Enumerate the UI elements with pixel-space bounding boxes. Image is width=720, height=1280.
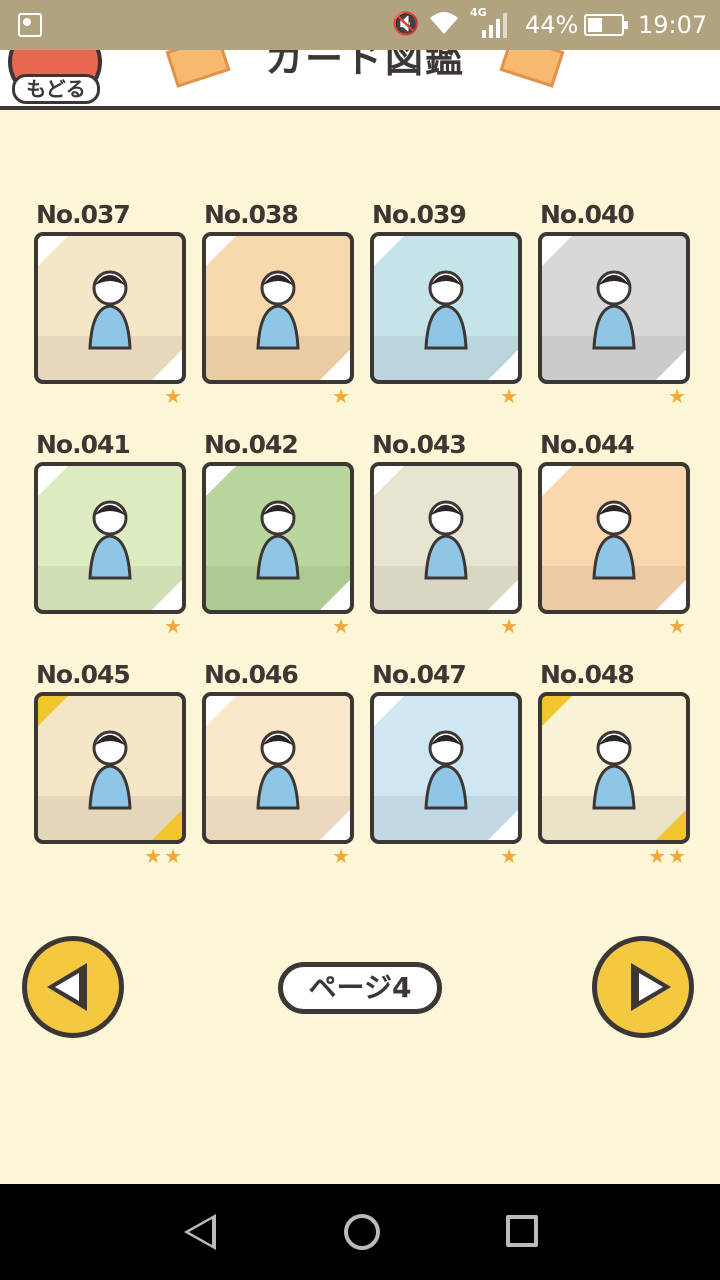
- star-rating-icon: ★: [500, 844, 520, 868]
- card-scene: [542, 270, 686, 380]
- card-illustration: [538, 692, 690, 844]
- card-number: No.039: [372, 200, 467, 229]
- card-number: No.046: [204, 660, 299, 689]
- system-home-icon[interactable]: [344, 1214, 380, 1250]
- page-title: カード図鑑: [264, 50, 465, 81]
- card-number: No.042: [204, 430, 299, 459]
- card-scene: [206, 270, 350, 380]
- signal-icon: [482, 13, 507, 38]
- card-illustration: [538, 462, 690, 614]
- card-illustration: [370, 692, 522, 844]
- gallery-notification-icon: [18, 13, 42, 37]
- card-scene: [374, 270, 518, 380]
- card-scene: [206, 500, 350, 610]
- card-number: No.041: [36, 430, 131, 459]
- card-scene: [38, 270, 182, 380]
- star-rating-icon: ★: [500, 384, 520, 408]
- star-rating-icon: ★: [164, 384, 184, 408]
- card-scene: [38, 500, 182, 610]
- star-rating-icon: ★: [668, 384, 688, 408]
- card-illustration: [34, 692, 186, 844]
- next-page-button[interactable]: [592, 936, 694, 1038]
- card-illustration: [34, 462, 186, 614]
- prev-page-button[interactable]: [22, 936, 124, 1038]
- battery-icon: [584, 14, 628, 36]
- card-illustration: [202, 692, 354, 844]
- star-rating-icon: ★: [332, 384, 352, 408]
- card-number: No.043: [372, 430, 467, 459]
- back-button-label: もどる: [12, 74, 100, 104]
- card-number: No.047: [372, 660, 467, 689]
- star-rating-icon: ★: [500, 614, 520, 638]
- card-number: No.044: [540, 430, 635, 459]
- card-number: No.040: [540, 200, 635, 229]
- card-number: No.045: [36, 660, 131, 689]
- system-recents-icon[interactable]: [506, 1215, 538, 1247]
- star-rating-icon: ★: [668, 614, 688, 638]
- battery-percent: 44%: [525, 11, 579, 39]
- card-number: No.037: [36, 200, 131, 229]
- status-bar: 🔇 4G 44% 19:07: [0, 0, 720, 50]
- card-scene: [374, 500, 518, 610]
- card-number: No.048: [540, 660, 635, 689]
- page-indicator: ページ4: [278, 962, 442, 1014]
- app-header: もどる カード図鑑: [0, 50, 720, 110]
- system-nav-bar: [0, 1184, 720, 1280]
- card-scene: [374, 730, 518, 840]
- title-banner: カード図鑑: [160, 50, 570, 88]
- mute-icon: 🔇: [392, 12, 420, 37]
- card-illustration: [202, 462, 354, 614]
- wifi-icon: [430, 12, 458, 34]
- star-rating-icon: ★★: [144, 844, 184, 868]
- card-scene: [206, 730, 350, 840]
- star-rating-icon: ★: [332, 844, 352, 868]
- card-left-icon: [165, 50, 231, 88]
- card-scene: [542, 730, 686, 840]
- card-illustration: [370, 462, 522, 614]
- star-rating-icon: ★: [164, 614, 184, 638]
- card-illustration: [34, 232, 186, 384]
- star-rating-icon: ★: [332, 614, 352, 638]
- system-back-icon[interactable]: [184, 1214, 216, 1250]
- card-scene: [38, 730, 182, 840]
- card-illustration: [202, 232, 354, 384]
- clock: 19:07: [638, 11, 708, 39]
- card-right-icon: [499, 50, 565, 88]
- card-scene: [542, 500, 686, 610]
- right-arrow-icon: [631, 963, 671, 1011]
- card-number: No.038: [204, 200, 299, 229]
- star-rating-icon: ★★: [648, 844, 688, 868]
- left-arrow-icon: [47, 963, 87, 1011]
- card-illustration: [538, 232, 690, 384]
- back-button[interactable]: もどる: [6, 50, 104, 106]
- card-illustration: [370, 232, 522, 384]
